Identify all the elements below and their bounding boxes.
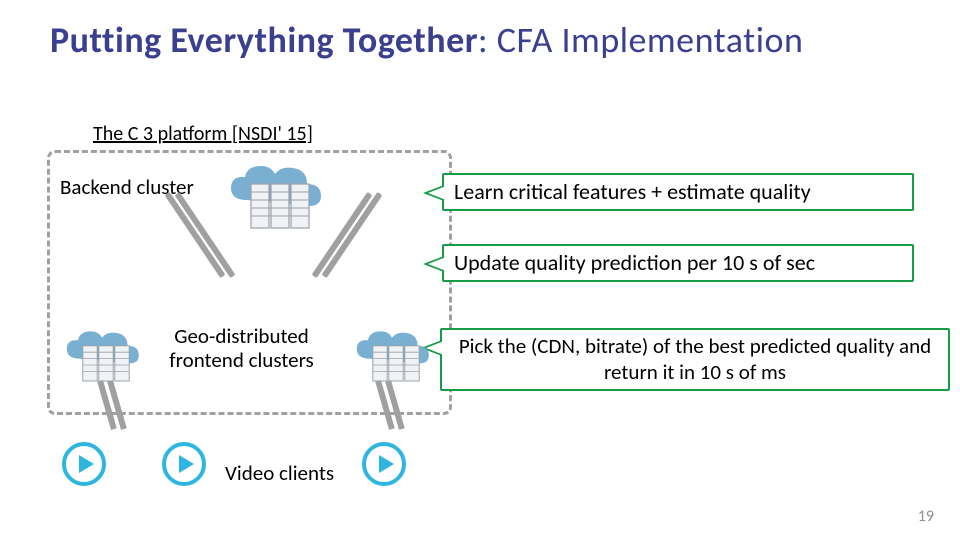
play-icon	[362, 442, 406, 486]
play-icon	[162, 442, 206, 486]
backend-label: Backend cluster	[60, 174, 194, 200]
clients-label: Video clients	[225, 460, 334, 486]
callout-update: Update quality prediction per 10 s of se…	[442, 244, 914, 282]
platform-caption: The C 3 platform [NSDI' 15]	[93, 122, 313, 146]
backend-server-icon	[225, 160, 325, 236]
callout-pick: Pick the (CDN, bitrate) of the best pred…	[440, 328, 950, 391]
page-number: 19	[918, 507, 934, 526]
frontend-server-icon	[352, 326, 432, 388]
callout-learn: Learn critical features + estimate quali…	[442, 173, 914, 211]
title-light: : CFA Implementation	[478, 18, 803, 62]
frontend-label: Geo-distributed frontend clusters	[154, 324, 329, 372]
frontend-server-icon	[62, 326, 142, 388]
slide-title: Putting Everything Together: CFA Impleme…	[50, 18, 803, 62]
play-icon	[62, 442, 106, 486]
title-bold: Putting Everything Together	[50, 18, 478, 62]
